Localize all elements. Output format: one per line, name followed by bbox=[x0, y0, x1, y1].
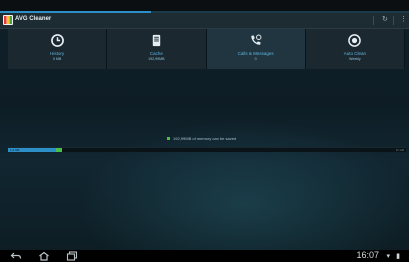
storage-usage-bar: 1,2 GB 11 GB bbox=[8, 147, 406, 152]
storage-total-label: 11 GB bbox=[395, 148, 404, 152]
tile-value: 192,99MB bbox=[148, 57, 165, 61]
recent-apps-icon[interactable] bbox=[66, 251, 78, 261]
tile-history[interactable]: History 0 MB bbox=[8, 29, 108, 69]
tile-label: Cache bbox=[149, 51, 163, 56]
memory-saveable-info: 192,99MB of memory can be saved bbox=[167, 136, 236, 141]
tile-cache[interactable]: Cache 192,99MB bbox=[107, 29, 207, 69]
saveable-legend-icon bbox=[167, 137, 170, 141]
storage-saveable-fill bbox=[55, 148, 62, 152]
tile-value: Weekly bbox=[349, 57, 361, 61]
phone-icon bbox=[251, 34, 262, 45]
storage-used-label: 1,2 GB bbox=[10, 148, 20, 152]
battery-icon: ▮ bbox=[396, 253, 400, 260]
category-tiles: History 0 MB Cache 192,99MB Calls & Mess… bbox=[8, 29, 405, 69]
app-title: AVG Cleaner bbox=[15, 16, 52, 22]
storage-icon bbox=[152, 34, 161, 47]
navigation-bar: 16:07 ▾ ▮ bbox=[0, 250, 409, 262]
memory-saveable-text: 192,99MB of memory can be saved bbox=[173, 136, 237, 141]
home-icon[interactable] bbox=[38, 251, 50, 261]
avg-logo-icon bbox=[3, 15, 13, 25]
refresh-icon[interactable]: ↻ bbox=[382, 15, 388, 25]
tile-label: History bbox=[50, 51, 65, 56]
tile-label: Auto Clean bbox=[343, 51, 366, 56]
clock-icon bbox=[50, 34, 64, 47]
top-strip bbox=[0, 0, 409, 13]
actionbar-divider bbox=[393, 16, 394, 25]
status-clock: 16:07 bbox=[356, 250, 379, 260]
tile-label: Calls & Messages bbox=[237, 51, 274, 56]
actionbar-divider bbox=[373, 16, 374, 25]
tile-auto-clean[interactable]: Auto Clean Weekly bbox=[305, 29, 405, 69]
action-bar: AVG Cleaner ↻ ⋮ bbox=[0, 13, 409, 29]
screen: AVG Cleaner ↻ ⋮ History 0 MB Cache 192,9… bbox=[0, 0, 409, 262]
auto-clean-icon bbox=[348, 34, 362, 47]
tile-calls-messages[interactable]: Calls & Messages 0 bbox=[206, 29, 306, 69]
tile-value: 0 MB bbox=[52, 57, 62, 61]
back-icon[interactable] bbox=[10, 251, 22, 261]
wifi-icon: ▾ bbox=[386, 253, 390, 260]
overflow-menu-icon[interactable]: ⋮ bbox=[400, 15, 407, 25]
tile-value: 0 bbox=[254, 57, 257, 61]
